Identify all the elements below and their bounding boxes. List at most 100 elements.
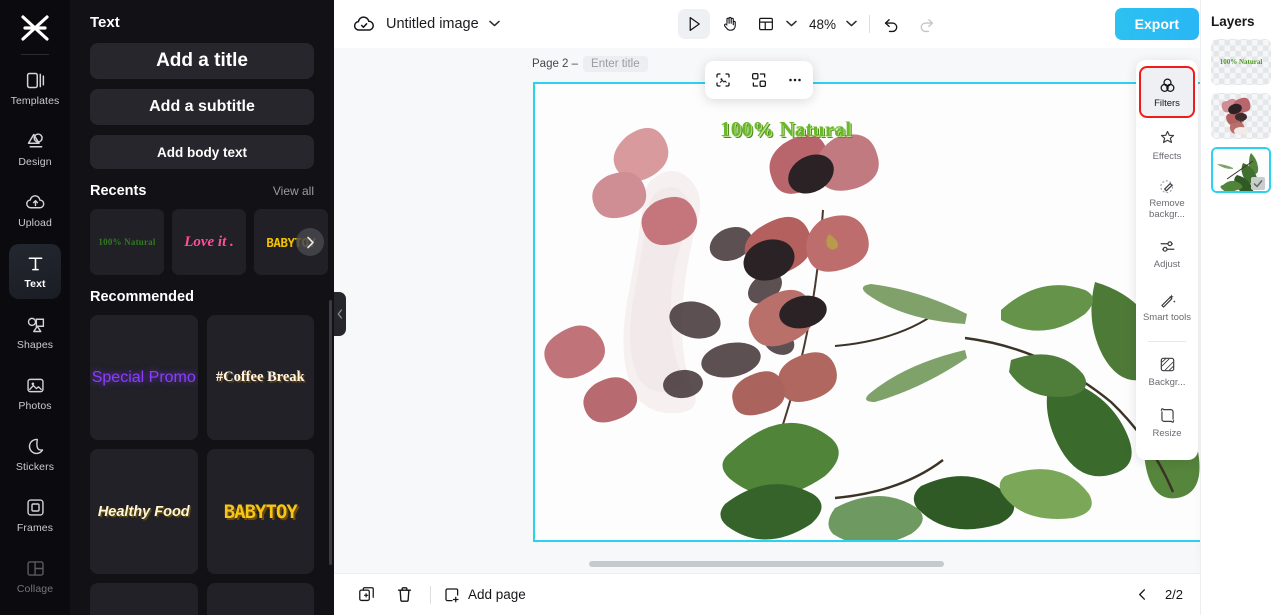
cloud-saved-icon[interactable]	[352, 12, 376, 36]
page-indicator: 2/2	[1164, 587, 1184, 602]
app-logo-icon[interactable]	[12, 8, 58, 48]
main-area: Untitled image 48% Export Page 2 – Enter…	[334, 0, 1280, 615]
tool-label: Remove backgr...	[1149, 197, 1185, 220]
sidebar-label: Stickers	[15, 461, 55, 473]
sidebar-item-templates[interactable]: Templates	[9, 61, 61, 116]
tool-background[interactable]: Backgr...	[1139, 347, 1195, 395]
document-title-chevron-down-icon[interactable]	[488, 19, 500, 30]
sidebar-item-design[interactable]: Design	[9, 122, 61, 177]
crop-tool-button[interactable]	[710, 67, 736, 93]
tool-resize[interactable]: Resize	[1139, 398, 1195, 446]
undo-icon	[884, 18, 898, 32]
templates-icon	[26, 72, 44, 89]
replace-icon	[751, 72, 767, 88]
add-page-button[interactable]: Add page	[443, 586, 526, 604]
sidebar-item-photos[interactable]: Photos	[9, 366, 61, 421]
sidebar-label: Shapes	[16, 339, 54, 351]
layout-tool-button[interactable]	[750, 9, 782, 39]
panel-collapse-handle[interactable]	[334, 292, 346, 336]
recommended-item[interactable]	[206, 583, 314, 615]
hand-tool-button[interactable]	[714, 9, 746, 39]
panel-title: Text	[90, 14, 120, 31]
chevron-left-icon	[1139, 589, 1145, 600]
sidebar-item-stickers[interactable]: Stickers	[9, 427, 61, 482]
canvas-headline-text[interactable]: 100% Natural	[720, 117, 851, 142]
recents-next-button[interactable]	[296, 228, 324, 256]
redo-button[interactable]	[917, 15, 936, 34]
stickers-icon	[28, 438, 43, 455]
tool-remove-background[interactable]: Remove backgr...	[1139, 172, 1195, 226]
sidebar-item-upload[interactable]: Upload	[9, 183, 61, 238]
effects-icon	[1160, 130, 1174, 143]
tool-adjust[interactable]: Adjust	[1139, 229, 1195, 277]
recents-header: Recents View all	[90, 183, 314, 199]
recommended-item[interactable]: #Coffee Break	[206, 315, 314, 440]
shapes-icon	[27, 317, 44, 333]
tool-smart-tools[interactable]: Smart tools	[1139, 280, 1195, 336]
layout-chevron-down-icon[interactable]	[786, 19, 797, 30]
recommended-item[interactable]: Healthy Food	[90, 449, 198, 574]
crop-selection-icon	[716, 73, 730, 87]
topbar-tools: 48%	[677, 9, 936, 39]
zoom-level[interactable]: 48%	[809, 17, 836, 32]
layer-thumb-text[interactable]: 100% Natural	[1211, 39, 1271, 85]
recent-item[interactable]: 100% Natural	[90, 209, 164, 275]
bottombar-divider	[430, 585, 431, 604]
sidebar-item-shapes[interactable]: Shapes	[9, 305, 61, 360]
rail-divider	[21, 54, 49, 55]
tool-effects[interactable]: Effects	[1139, 121, 1195, 169]
replace-tool-button[interactable]	[746, 67, 772, 93]
layer-thumb-green-leaves[interactable]	[1211, 147, 1271, 193]
text-panel: Text Add a title Add a subtitle Add body…	[70, 0, 334, 615]
topbar-left: Untitled image	[352, 12, 500, 36]
sidebar-item-collage[interactable]: Collage	[9, 549, 61, 604]
add-page-label: Add page	[468, 587, 526, 602]
recents-heading: Recents	[90, 183, 147, 199]
resize-icon	[1160, 407, 1174, 423]
view-all-link[interactable]: View all	[273, 184, 314, 198]
prev-page-button[interactable]	[1135, 587, 1150, 602]
duplicate-page-button[interactable]	[352, 581, 380, 609]
recommended-item[interactable]	[90, 583, 198, 615]
tool-label: Filters	[1154, 97, 1180, 109]
add-title-button[interactable]: Add a title	[90, 43, 314, 79]
document-title[interactable]: Untitled image	[386, 16, 479, 32]
undo-button[interactable]	[882, 15, 901, 34]
more-horizontal-icon	[789, 78, 801, 82]
hand-icon	[723, 16, 736, 31]
recommended-heading: Recommended	[90, 289, 194, 305]
text-icon	[28, 257, 42, 271]
page-title-input[interactable]: Enter title	[583, 56, 648, 72]
recommended-header: Recommended	[90, 289, 314, 305]
layers-panel: Layers 100% Natural	[1200, 0, 1280, 615]
export-button[interactable]: Export	[1114, 8, 1199, 40]
sidebar-label: Templates	[10, 95, 60, 107]
recommended-item[interactable]: Special Promo	[90, 315, 198, 440]
top-toolbar: Untitled image 48% Export	[334, 0, 1280, 48]
add-subtitle-button[interactable]: Add a subtitle	[90, 89, 314, 125]
artboard[interactable]: 100% Natural	[533, 82, 1205, 542]
sidebar-item-frames[interactable]: Frames	[9, 488, 61, 543]
sidebar-item-text[interactable]: Text	[9, 244, 61, 299]
filters-icon	[1160, 78, 1174, 92]
layer-thumb-red-leaves[interactable]	[1211, 93, 1271, 139]
delete-page-button[interactable]	[390, 581, 418, 609]
layers-title: Layers	[1211, 14, 1255, 29]
recommended-item[interactable]: BABYTOY	[206, 449, 314, 574]
recommended-label: Special Promo	[91, 368, 196, 386]
recommended-label: Healthy Food	[97, 503, 190, 520]
add-body-text-button[interactable]: Add body text	[90, 135, 314, 169]
tool-filters[interactable]: Filters	[1139, 66, 1195, 118]
page-label: Page 2 – Enter title	[532, 56, 648, 72]
panel-scrollbar[interactable]	[329, 300, 332, 565]
remove-background-icon	[1159, 179, 1173, 193]
background-icon	[1160, 357, 1174, 371]
tool-label: Adjust	[1153, 258, 1181, 270]
select-tool-button[interactable]	[677, 9, 710, 39]
canvas-horizontal-scrollbar[interactable]	[589, 561, 944, 567]
chevron-left-icon	[337, 309, 343, 319]
more-tool-button[interactable]	[782, 67, 808, 93]
sidebar-label: Design	[18, 156, 52, 168]
recent-item[interactable]: Love it .	[172, 209, 246, 275]
zoom-chevron-down-icon[interactable]	[846, 19, 857, 30]
